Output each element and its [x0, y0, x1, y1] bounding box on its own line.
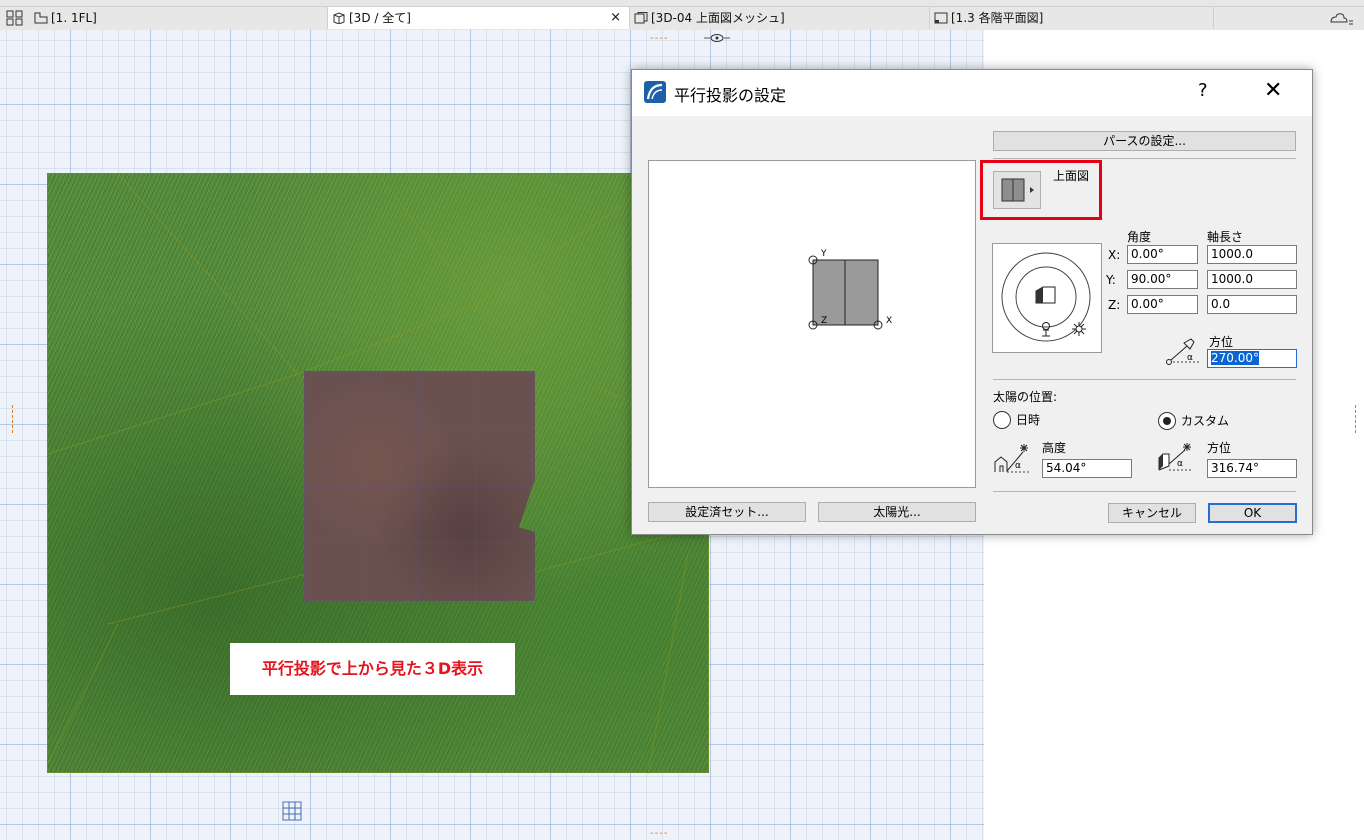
tab-bar-top-strip [0, 0, 1364, 7]
sun-position-label: 太陽の位置: [993, 390, 1058, 404]
axis-z-label: Z: [1108, 298, 1121, 312]
top-view-icon [1001, 178, 1034, 202]
viewport-marker-left [12, 405, 19, 433]
projection-compass[interactable] [992, 243, 1102, 353]
datetime-radio[interactable] [993, 411, 1011, 429]
parallel-projection-settings-dialog: 平行投影の設定 ? ✕ パースの設定... Y X Z 上面図 角度 軸長さ X… [631, 69, 1313, 535]
soil-plot-mesh[interactable] [304, 371, 535, 601]
view-tab-bar: [1. 1FL] [3D / 全て] × [3D-04 上面図メッシュ] [1.… [0, 0, 1364, 31]
floor-plan-icon [34, 12, 48, 24]
z-angle-input[interactable]: 0.00° [1127, 295, 1198, 314]
sun-azimuth-input[interactable]: 316.74° [1207, 459, 1297, 478]
axis-length-column-header: 軸長さ [1207, 230, 1244, 244]
tab-floor-plan[interactable]: [1. 1FL] [30, 7, 328, 29]
tab-3d-top-mesh[interactable]: [3D-04 上面図メッシュ] [630, 7, 930, 29]
ok-button[interactable]: OK [1208, 503, 1297, 523]
tab-3d-all[interactable]: [3D / 全て] × [328, 7, 630, 29]
preview-axis-y-label: Y [821, 249, 827, 259]
preview-box-graphic [808, 255, 883, 330]
axis-x-label: X: [1108, 248, 1121, 262]
sun-altitude-input[interactable]: 54.04° [1042, 459, 1132, 478]
divider [993, 379, 1296, 380]
viewport-marker-bottom: ---- [650, 828, 669, 839]
close-button[interactable]: ✕ [1264, 78, 1282, 103]
perspective-settings-button[interactable]: パースの設定... [993, 131, 1296, 151]
azimuth-value: 270.00° [1211, 351, 1259, 365]
preview-axis-z-label: Z [821, 316, 828, 326]
y-angle-input[interactable]: 90.00° [1127, 270, 1198, 289]
datetime-radio-label: 日時 [1016, 413, 1041, 427]
sun-azimuth-icon: α [1158, 443, 1193, 471]
z-length-input[interactable]: 0.0 [1207, 295, 1297, 314]
tab-label: [1.3 各階平面図] [951, 11, 1044, 25]
svg-text:α: α [1177, 459, 1183, 469]
tab-label: [3D-04 上面図メッシュ] [651, 11, 785, 25]
svg-text:α: α [1015, 461, 1021, 471]
cancel-button[interactable]: キャンセル [1108, 503, 1196, 523]
tab-close-button[interactable]: × [610, 7, 621, 29]
annotation-caption: 平行投影で上から見た３D表示 [230, 643, 515, 695]
sun-azimuth-label: 方位 [1207, 441, 1232, 455]
tab-label: [3D / 全て] [349, 11, 411, 25]
tab-floor-plans-layout[interactable]: [1.3 各階平面図] [930, 7, 1214, 29]
compass-graphic [1001, 252, 1091, 342]
divider [993, 158, 1296, 159]
archicad-app-icon [644, 81, 666, 103]
viewport-marker-top: ---- [650, 33, 669, 44]
axis-y-label: Y: [1106, 273, 1116, 287]
azimuth-label: 方位 [1209, 335, 1234, 349]
view-type-picker-button[interactable] [993, 171, 1041, 209]
3d-document-icon [634, 12, 648, 24]
azimuth-input[interactable]: 270.00° [1207, 349, 1297, 368]
dialog-title-bar: 平行投影の設定 ? ✕ [632, 70, 1312, 116]
dialog-title: 平行投影の設定 [674, 86, 787, 105]
3d-cube-icon [333, 12, 345, 24]
x-length-input[interactable]: 1000.0 [1207, 245, 1297, 264]
preview-axis-x-label: X [886, 316, 893, 326]
view-grid-icon[interactable] [4, 9, 26, 27]
preset-button[interactable]: 設定済セット... [648, 502, 806, 522]
cloud-menu-icon[interactable] [1328, 9, 1354, 27]
x-angle-input[interactable]: 0.00° [1127, 245, 1198, 264]
sun-altitude-label: 高度 [1042, 441, 1067, 455]
custom-radio-label: カスタム [1181, 414, 1230, 428]
sunlight-button[interactable]: 太陽光... [818, 502, 976, 522]
sun-altitude-icon: α [994, 444, 1029, 473]
eye-icon[interactable] [685, 32, 749, 44]
projection-preview: Y X Z [648, 160, 976, 488]
y-length-input[interactable]: 1000.0 [1207, 270, 1297, 289]
grid-snap-icon[interactable] [282, 801, 302, 821]
divider [993, 491, 1296, 492]
view-type-highlight: 上面図 [980, 160, 1102, 220]
custom-radio[interactable] [1158, 412, 1176, 430]
layout-sheet-icon [934, 12, 948, 24]
angle-column-header: 角度 [1127, 230, 1152, 244]
tab-label: [1. 1FL] [51, 11, 97, 25]
view-type-label: 上面図 [1053, 169, 1090, 183]
svg-text:α: α [1187, 353, 1193, 363]
azimuth-pen-icon: α [1166, 338, 1199, 365]
help-button[interactable]: ? [1198, 80, 1208, 101]
viewport-marker-right [1355, 405, 1362, 433]
